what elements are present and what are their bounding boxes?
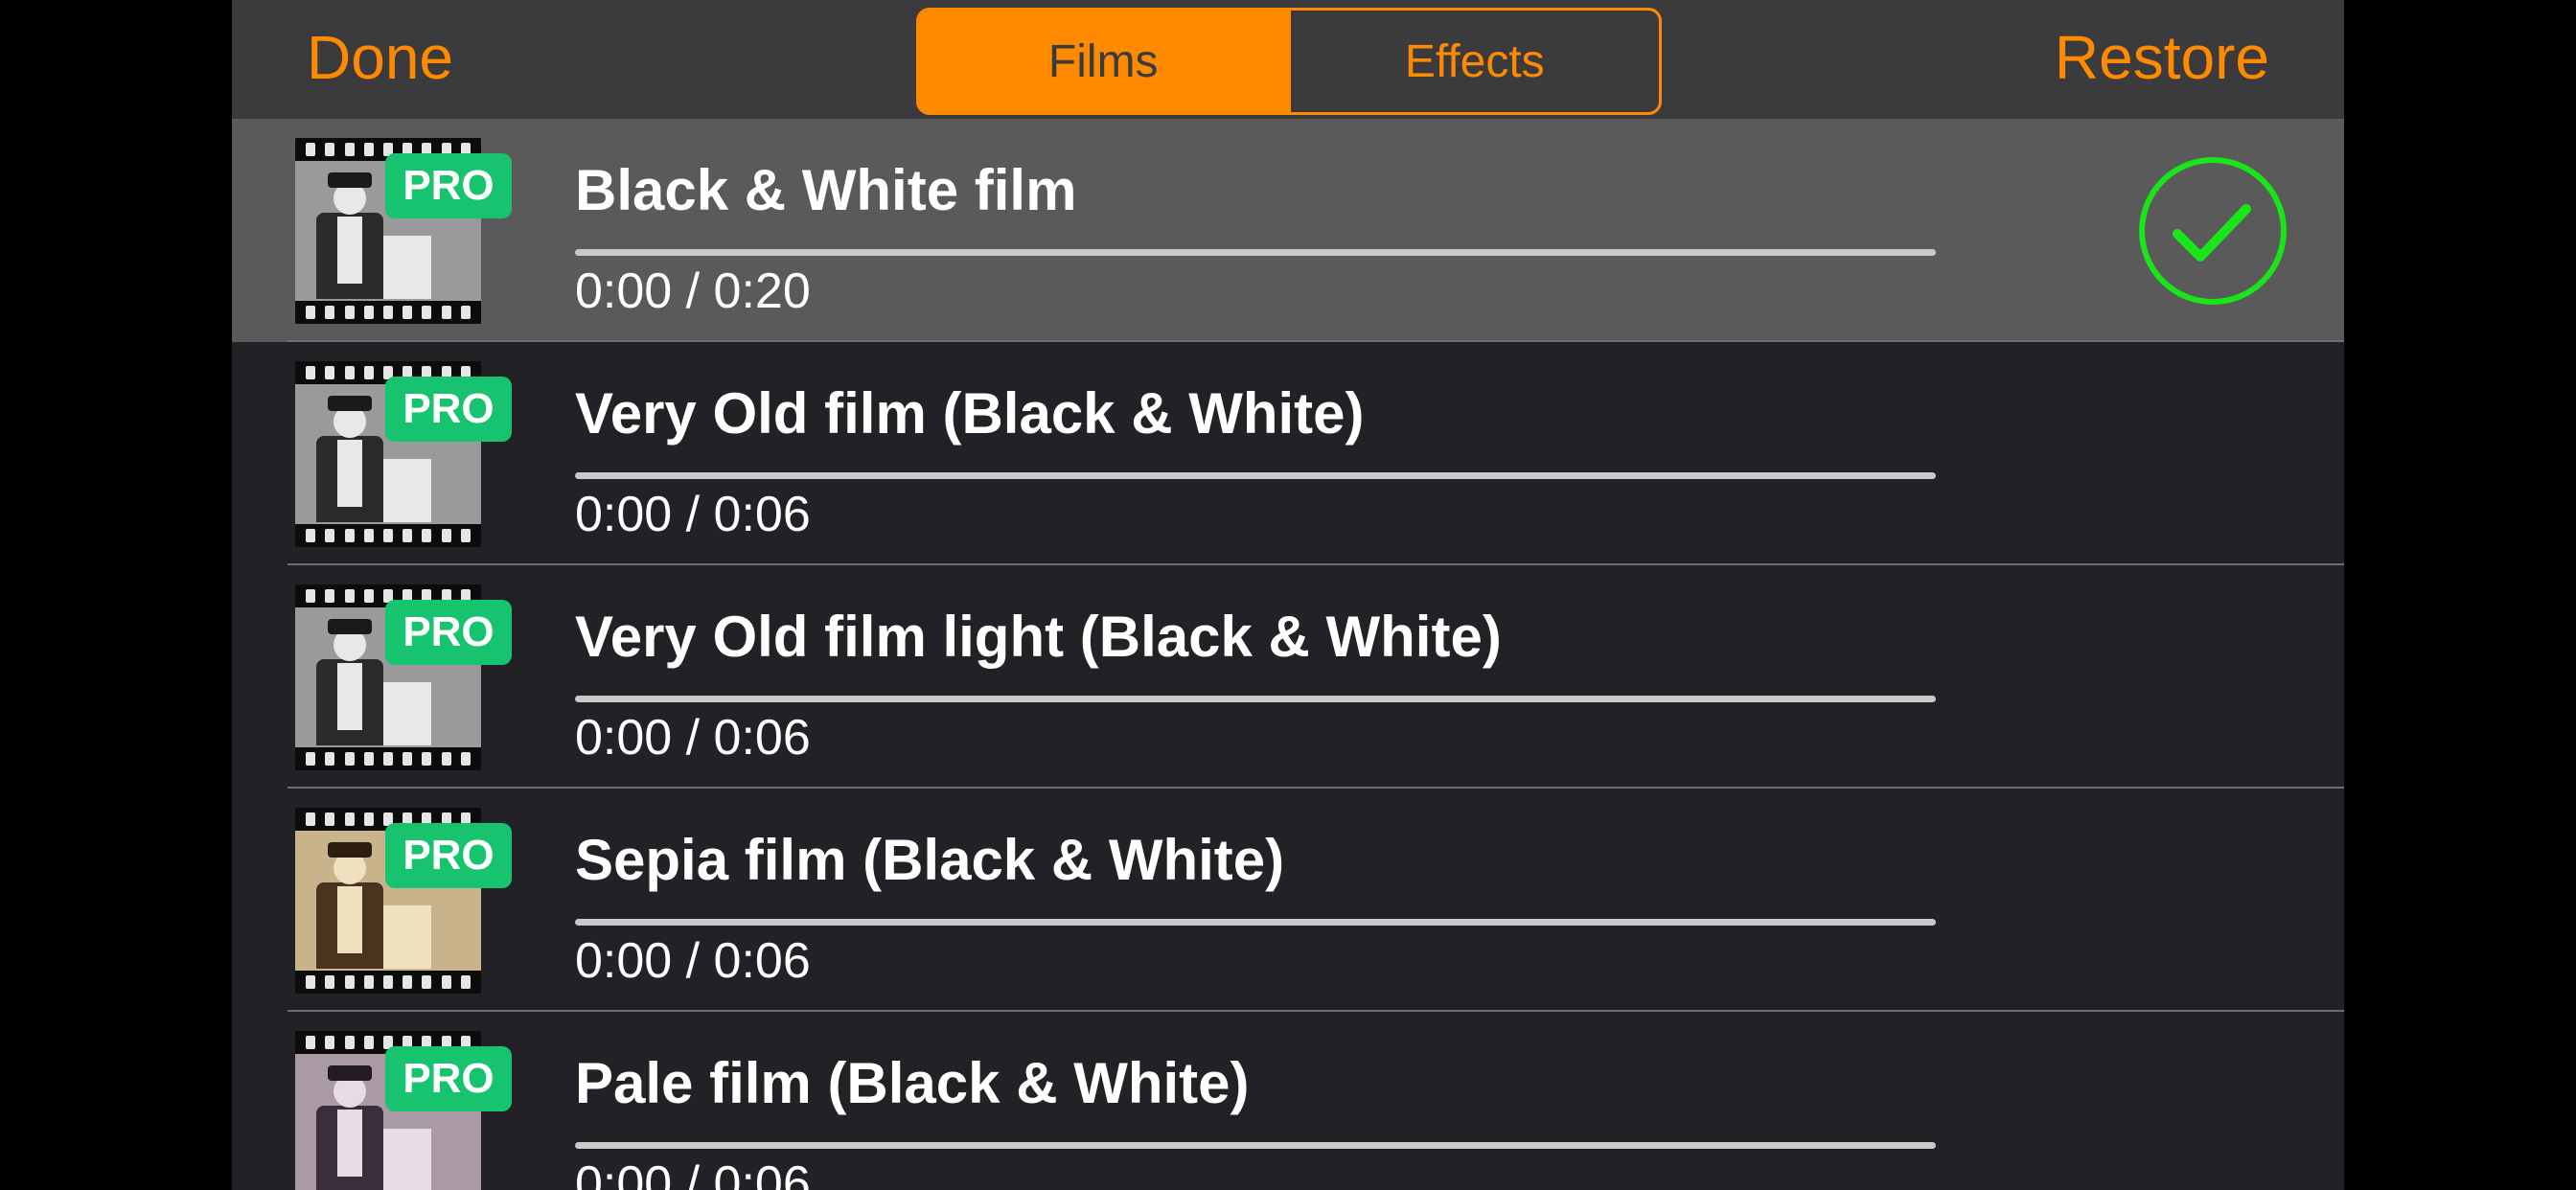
film-title: Sepia film (Black & White) [575,828,1285,892]
film-title: Very Old film light (Black & White) [575,605,1502,669]
film-perforation [295,301,481,324]
film-duration: 0:00 / 0:06 [575,933,811,989]
tab-effects[interactable]: Effects [1287,11,1660,112]
preview-progress-bar[interactable] [575,1142,1936,1149]
film-title: Very Old film (Black & White) [575,381,1365,446]
pro-badge: PRO [385,823,512,888]
film-list: PRO Black & White film 0:00 / 0:20 PRO V… [232,119,2344,1190]
film-row[interactable]: PRO Very Old film (Black & White) 0:00 /… [232,342,2344,565]
films-effects-segmented-control: Films Effects [916,8,1662,115]
film-duration: 0:00 / 0:06 [575,710,811,766]
done-button[interactable]: Done [307,21,453,94]
film-row[interactable]: PRO Sepia film (Black & White) 0:00 / 0:… [232,789,2344,1012]
film-perforation [295,524,481,547]
film-duration: 0:00 / 0:06 [575,1156,811,1190]
nav-bar: Done Films Effects Restore [232,0,2344,119]
preview-progress-bar[interactable] [575,919,1936,926]
film-title: Pale film (Black & White) [575,1051,1250,1115]
preview-progress-bar[interactable] [575,696,1936,702]
film-duration: 0:00 / 0:06 [575,487,811,542]
pro-badge: PRO [385,1046,512,1111]
film-title: Black & White film [575,158,1077,222]
checkmark-icon [2139,157,2287,305]
preview-progress-bar[interactable] [575,249,1936,256]
film-row[interactable]: PRO Pale film (Black & White) 0:00 / 0:0… [232,1012,2344,1190]
pro-badge: PRO [385,600,512,665]
tab-films[interactable]: Films [919,11,1288,112]
film-picker-screen: Done Films Effects Restore PRO Black & W… [232,0,2344,1190]
restore-button[interactable]: Restore [2055,21,2269,94]
film-row[interactable]: PRO Very Old film light (Black & White) … [232,565,2344,789]
film-perforation [295,971,481,994]
film-duration: 0:00 / 0:20 [575,263,811,319]
pro-badge: PRO [385,377,512,442]
preview-progress-bar[interactable] [575,472,1936,479]
film-perforation [295,747,481,770]
pro-badge: PRO [385,153,512,218]
film-row[interactable]: PRO Black & White film 0:00 / 0:20 [232,119,2344,342]
